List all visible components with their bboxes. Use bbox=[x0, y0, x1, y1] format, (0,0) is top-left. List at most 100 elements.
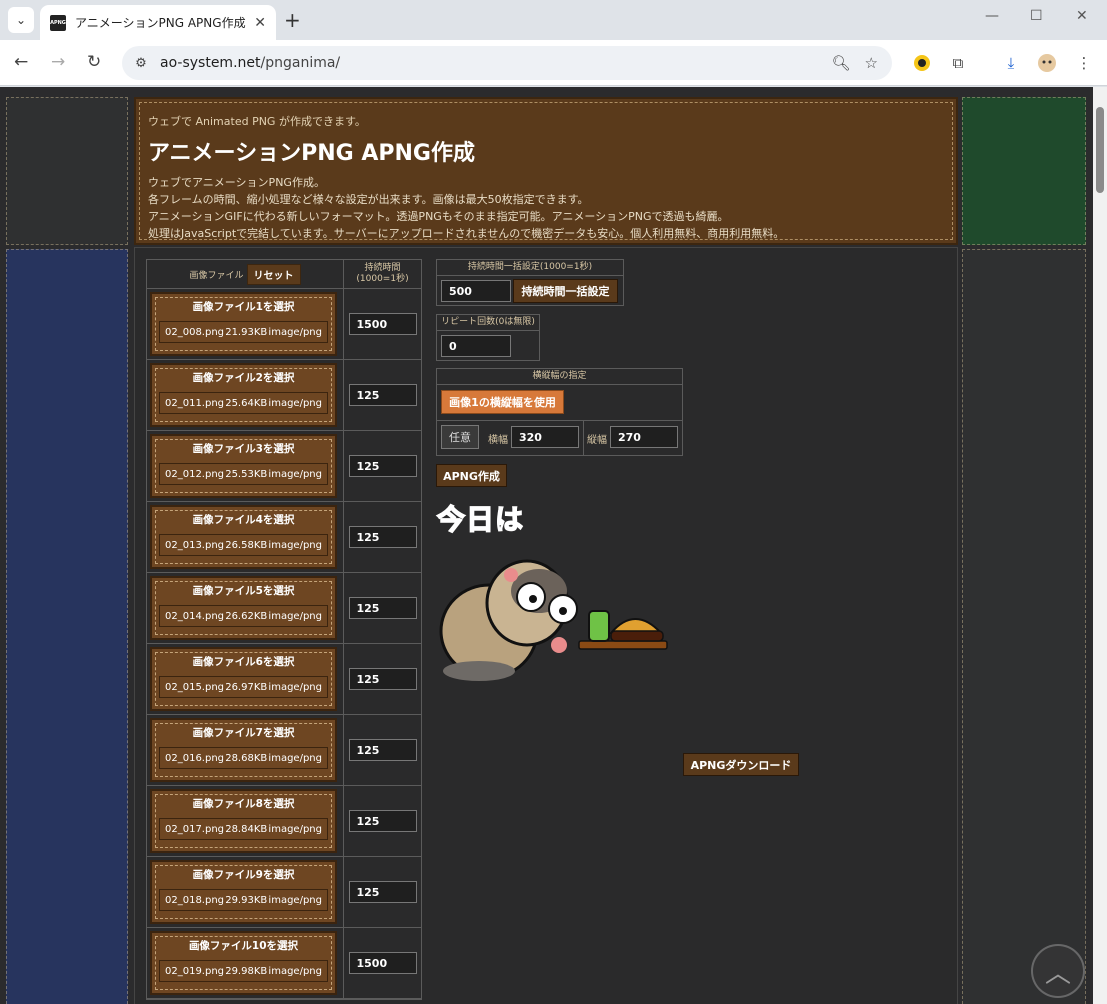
file-info: 02_016.png 28.68KB image/png bbox=[159, 747, 328, 769]
file-cell: 画像ファイル2を選択 02_011.png 25.64KB image/png bbox=[147, 360, 344, 430]
duration-input[interactable] bbox=[348, 739, 417, 761]
file-size: 26.58KB bbox=[225, 539, 268, 551]
table-row: 画像ファイル1を選択 02_008.png 21.93KB image/png bbox=[147, 289, 421, 360]
reload-icon[interactable]: ↻ bbox=[87, 52, 101, 72]
more-menu-icon[interactable]: ⋮ bbox=[1074, 53, 1094, 73]
file-select-button[interactable]: 画像ファイル4を選択 02_013.png 26.58KB image/png bbox=[150, 505, 337, 569]
right-green-panel bbox=[962, 97, 1086, 245]
file-info: 02_018.png 29.93KB image/png bbox=[159, 889, 328, 911]
file-cell: 画像ファイル7を選択 02_016.png 28.68KB image/png bbox=[147, 715, 344, 785]
file-info: 02_011.png 25.64KB image/png bbox=[159, 392, 328, 414]
bulk-duration-input[interactable] bbox=[441, 280, 511, 302]
duration-cell bbox=[344, 573, 421, 643]
duration-input[interactable] bbox=[348, 526, 417, 548]
file-select-button[interactable]: 画像ファイル6を選択 02_015.png 26.97KB image/png bbox=[150, 647, 337, 711]
file-size: 25.64KB bbox=[225, 397, 268, 409]
apng-favicon-icon: APNG bbox=[50, 14, 66, 31]
avatar[interactable] bbox=[1037, 53, 1057, 73]
duration-cell bbox=[344, 857, 421, 927]
repeat-title: リピート回数(0は無限) bbox=[437, 315, 539, 331]
tab-title: アニメーションPNG APNG作成 ウェブでアニメーションPNG作成 bbox=[75, 16, 246, 30]
close-icon[interactable]: ✕ bbox=[254, 15, 266, 31]
bulk-duration-title: 持続時間一括設定(1000=1秒) bbox=[437, 260, 623, 276]
duration-input[interactable] bbox=[348, 810, 417, 832]
file-name: 02_008.png bbox=[165, 326, 225, 338]
duration-input[interactable] bbox=[348, 455, 417, 477]
file-select-button[interactable]: 画像ファイル3を選択 02_012.png 25.53KB image/png bbox=[150, 434, 337, 498]
height-input[interactable] bbox=[610, 426, 678, 448]
address-bar[interactable]: ⚙ ao-system.net/pnganima/ 🔍︎ ☆ bbox=[122, 46, 892, 80]
any-size-button[interactable]: 任意 bbox=[441, 425, 479, 449]
reset-button[interactable]: リセット bbox=[246, 263, 301, 285]
zoom-icon[interactable]: 🔍︎ bbox=[832, 54, 851, 72]
scrollbar-thumb[interactable] bbox=[1096, 107, 1104, 193]
arrow-left-icon[interactable]: ← bbox=[14, 52, 28, 72]
star-icon[interactable]: ☆ bbox=[865, 54, 878, 72]
width-input[interactable] bbox=[511, 426, 579, 448]
file-select-button[interactable]: 画像ファイル9を選択 02_018.png 29.93KB image/png bbox=[150, 860, 337, 924]
file-select-button[interactable]: 画像ファイル8を選択 02_017.png 28.84KB image/png bbox=[150, 789, 337, 853]
file-cell: 画像ファイル4を選択 02_013.png 26.58KB image/png bbox=[147, 502, 344, 572]
file-cell: 画像ファイル9を選択 02_018.png 29.93KB image/png bbox=[147, 857, 344, 927]
duration-cell bbox=[344, 431, 421, 501]
chevron-down-icon[interactable]: ⌄ bbox=[8, 7, 34, 33]
tune-icon[interactable]: ⚙ bbox=[132, 54, 150, 72]
divider bbox=[437, 420, 682, 421]
table-row: 画像ファイル9を選択 02_018.png 29.93KB image/png bbox=[147, 857, 421, 928]
close-window-icon[interactable]: ✕ bbox=[1076, 8, 1088, 24]
table-row: 画像ファイル7を選択 02_016.png 28.68KB image/png bbox=[147, 715, 421, 786]
repeat-box: リピート回数(0は無限) bbox=[436, 314, 540, 361]
file-type: image/png bbox=[268, 326, 322, 338]
file-select-button[interactable]: 画像ファイル2を選択 02_011.png 25.64KB image/png bbox=[150, 363, 337, 427]
file-name: 02_017.png bbox=[165, 823, 225, 835]
duration-column-header: 持続時間 (1000=1秒) bbox=[344, 260, 421, 288]
left-blue-panel bbox=[6, 249, 128, 1004]
duration-cell bbox=[344, 644, 421, 714]
duration-input[interactable] bbox=[348, 313, 417, 335]
file-column-header: 画像ファイル リセット bbox=[147, 260, 344, 288]
use-image1-size-button[interactable]: 画像1の横縦幅を使用 bbox=[441, 390, 564, 414]
web-page: ウェブで Animated PNG が作成できます。 アニメーションPNG AP… bbox=[0, 87, 1093, 1004]
repeat-input[interactable] bbox=[441, 335, 511, 357]
arrow-right-icon[interactable]: → bbox=[51, 52, 65, 72]
duration-cell bbox=[344, 786, 421, 856]
file-cell: 画像ファイル6を選択 02_015.png 26.97KB image/png bbox=[147, 644, 344, 714]
download-icon[interactable]: ⤓ bbox=[1001, 53, 1021, 73]
duration-input[interactable] bbox=[348, 881, 417, 903]
file-select-button[interactable]: 画像ファイル1を選択 02_008.png 21.93KB image/png bbox=[150, 292, 337, 356]
duration-input[interactable] bbox=[348, 668, 417, 690]
file-select-button[interactable]: 画像ファイル5を選択 02_014.png 26.62KB image/png bbox=[150, 576, 337, 640]
apng-download-button[interactable]: APNGダウンロード bbox=[683, 753, 799, 776]
page-description: ウェブでアニメーションPNG作成。 各フレームの時間、縮小処理など様々な設定が出… bbox=[148, 174, 944, 242]
file-info: 02_013.png 26.58KB image/png bbox=[159, 534, 328, 556]
desc-line: 処理はJavaScriptで完結しています。サーバーにアップロードされませんので… bbox=[148, 227, 785, 240]
file-select-button[interactable]: 画像ファイル10を選択 02_019.png 29.98KB image/png bbox=[150, 931, 337, 995]
file-info: 02_017.png 28.84KB image/png bbox=[159, 818, 328, 840]
extension-icon[interactable] bbox=[912, 53, 932, 73]
browser-tab[interactable]: APNG アニメーションPNG APNG作成 ウェブでアニメーションPNG作成 … bbox=[40, 5, 276, 40]
puzzle-icon[interactable]: ⧉ bbox=[948, 53, 968, 73]
new-tab-icon[interactable]: + bbox=[284, 8, 301, 32]
page-header: ウェブで Animated PNG が作成できます。 アニメーションPNG AP… bbox=[134, 97, 958, 245]
size-title: 横縦幅の指定 bbox=[437, 369, 682, 385]
size-box: 横縦幅の指定 画像1の横縦幅を使用 任意 横幅 縦幅 bbox=[436, 368, 683, 456]
file-info: 02_014.png 26.62KB image/png bbox=[159, 605, 328, 627]
file-type: image/png bbox=[268, 610, 322, 622]
bulk-duration-button[interactable]: 持続時間一括設定 bbox=[513, 279, 618, 303]
chevron-up-icon[interactable]: ︿ bbox=[1031, 944, 1085, 998]
duration-input[interactable] bbox=[348, 597, 417, 619]
file-select-button[interactable]: 画像ファイル7を選択 02_016.png 28.68KB image/png bbox=[150, 718, 337, 782]
tab-strip: ⌄ APNG アニメーションPNG APNG作成 ウェブでアニメーションPNG作… bbox=[0, 0, 1107, 40]
minimize-icon[interactable]: — bbox=[985, 8, 999, 24]
duration-input[interactable] bbox=[348, 952, 417, 974]
maximize-icon[interactable]: ☐ bbox=[1030, 8, 1043, 24]
table-header-row: 画像ファイル リセット 持続時間 (1000=1秒) bbox=[147, 260, 421, 289]
page-scrollbar[interactable] bbox=[1093, 87, 1107, 1004]
url-text[interactable]: ao-system.net/pnganima/ bbox=[160, 55, 832, 71]
duration-input[interactable] bbox=[348, 384, 417, 406]
bulk-duration-box: 持続時間一括設定(1000=1秒) 持続時間一括設定 bbox=[436, 259, 624, 306]
file-type: image/png bbox=[268, 468, 322, 480]
page-subtitle: ウェブで Animated PNG が作成できます。 bbox=[148, 115, 366, 128]
apng-create-button[interactable]: APNG作成 bbox=[436, 464, 507, 487]
browser-toolbar: ← → ↻ ⚙ ao-system.net/pnganima/ 🔍︎ ☆ ⧉ ⤓… bbox=[0, 40, 1107, 86]
